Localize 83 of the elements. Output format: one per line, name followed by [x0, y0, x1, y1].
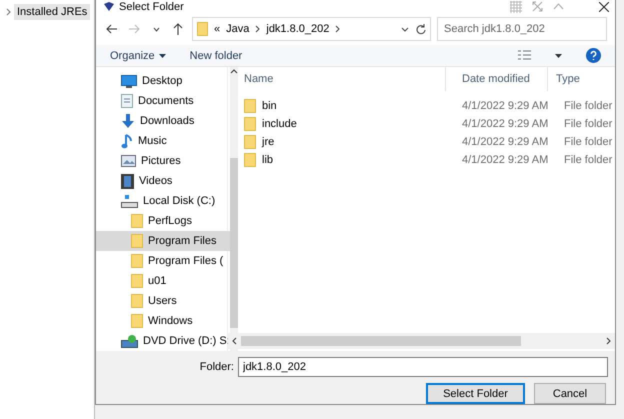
nav-item[interactable]: Videos	[96, 171, 230, 191]
nav-item[interactable]: u01	[96, 271, 230, 291]
caret-icon	[158, 54, 166, 58]
chevron-right-icon[interactable]	[606, 337, 611, 345]
folder-icon	[244, 117, 256, 131]
nav-item[interactable]: Documents	[96, 91, 230, 111]
chevron-up-icon[interactable]	[230, 69, 238, 74]
type-cell-text: File folder	[564, 136, 614, 148]
folder-icon	[244, 153, 256, 167]
picture-icon	[121, 155, 136, 167]
nav-item[interactable]: Desktop	[96, 71, 230, 91]
nav-item[interactable]: Windows	[96, 311, 230, 331]
folder-icon	[244, 99, 256, 113]
help-icon[interactable]	[586, 48, 601, 64]
chevron-left-icon[interactable]	[232, 337, 237, 345]
folder-icon	[131, 254, 143, 268]
organize-button[interactable]: Organize	[110, 50, 166, 62]
nav-item[interactable]: PerfLogs	[96, 211, 230, 231]
file-name: jre	[262, 136, 274, 148]
folder-icon	[131, 214, 143, 228]
file-row[interactable]: bin 4/1/2022 9:29 AM File folder	[228, 97, 615, 115]
file-name: bin	[262, 100, 277, 112]
column-header[interactable]: Name	[228, 67, 446, 91]
file-row[interactable]: include 4/1/2022 9:29 AM File folder	[228, 115, 615, 133]
nav-item[interactable]: Users	[96, 291, 230, 311]
vertical-scrollbar[interactable]	[230, 67, 238, 351]
breadcrumb-item[interactable]: Java	[226, 23, 250, 36]
select-folder-button[interactable]: Select Folder	[426, 383, 525, 404]
monitor-icon	[121, 74, 137, 88]
folder-icon	[131, 314, 143, 328]
nav-item[interactable]: Pictures	[96, 151, 230, 171]
folder-field[interactable]: jdk1.8.0_202	[238, 357, 608, 377]
date-cell-text: 4/1/2022 9:29 AM	[462, 136, 550, 148]
arrow-up-icon	[173, 23, 183, 36]
music-note-icon	[121, 134, 133, 148]
chevron-right-icon	[255, 25, 260, 34]
view-list-icon[interactable]	[518, 50, 531, 62]
folder-icon	[131, 294, 143, 308]
document-icon	[121, 94, 133, 108]
nav-item[interactable]: Program Files	[96, 231, 230, 251]
column-header[interactable]: Date modified	[446, 67, 548, 91]
drive-icon	[121, 194, 138, 208]
breadcrumb-overflow[interactable]: «	[214, 23, 220, 36]
nav-item[interactable]: Program Files (	[96, 251, 230, 271]
folder-icon	[131, 234, 143, 248]
chevron-right-icon	[335, 25, 340, 34]
folder-label: Folder:	[200, 361, 234, 373]
type-cell-text: File folder	[564, 118, 614, 130]
cancel-button[interactable]: Cancel	[534, 383, 606, 404]
disc-drive-icon	[121, 334, 138, 348]
close-icon[interactable]	[599, 2, 609, 12]
folder-icon	[131, 274, 143, 288]
film-icon	[121, 174, 134, 188]
date-cell-text: 4/1/2022 9:29 AM	[462, 100, 550, 112]
type-cell-text: File folder	[564, 154, 614, 166]
breadcrumb-item[interactable]: jdk1.8.0_202	[266, 23, 330, 36]
tree-item[interactable]: Installed JREs	[14, 4, 90, 20]
date-cell-text: 4/1/2022 9:29 AM	[462, 118, 550, 130]
chevron-right-icon	[6, 8, 11, 16]
window-title: Select Folder	[119, 0, 185, 13]
folder-icon	[244, 135, 256, 149]
chevron-down-icon[interactable]	[401, 26, 409, 32]
type-cell-text: File folder	[564, 100, 614, 112]
file-name: include	[262, 118, 297, 130]
nav-item[interactable]: Music	[96, 131, 230, 151]
address-bar[interactable]: « Java jdk1.8.0_202	[192, 17, 431, 42]
horizontal-scrollbar[interactable]	[228, 333, 615, 349]
new-folder-button[interactable]: New folder	[190, 50, 242, 62]
file-name: lib	[262, 154, 274, 166]
arrow-left-icon	[106, 24, 118, 34]
file-row[interactable]: jre 4/1/2022 9:29 AM File folder	[228, 133, 615, 151]
file-row[interactable]: lib 4/1/2022 9:29 AM File folder	[228, 151, 615, 169]
folder-icon	[197, 22, 208, 36]
search-field[interactable]: Search jdk1.8.0_202	[437, 17, 607, 42]
column-header[interactable]: Type	[548, 67, 615, 91]
nav-item[interactable]: Local Disk (C:)	[96, 191, 230, 211]
arrow-right-icon	[128, 24, 140, 34]
down-arrow-icon	[121, 114, 135, 128]
refresh-icon[interactable]	[415, 24, 426, 35]
nav-item[interactable]: Downloads	[96, 111, 230, 131]
caret-icon[interactable]	[555, 54, 562, 58]
chevron-down-icon	[152, 26, 160, 32]
date-cell-text: 4/1/2022 9:29 AM	[462, 154, 550, 166]
